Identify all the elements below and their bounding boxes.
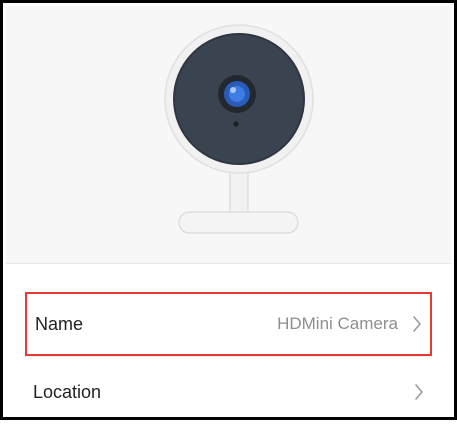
- row-divider: [25, 356, 432, 357]
- name-label: Name: [35, 313, 84, 334]
- device-settings-screen: Name HDMini Camera Location: [0, 0, 457, 420]
- chevron-right-icon: [415, 384, 423, 400]
- location-row[interactable]: Location: [25, 360, 432, 424]
- location-label: Location: [33, 381, 102, 402]
- name-value-group: HDMini Camera: [277, 314, 422, 334]
- camera-device-illustration: [164, 24, 314, 234]
- divider: [6, 263, 451, 264]
- chevron-right-icon: [413, 316, 421, 332]
- name-value: HDMini Camera: [277, 314, 398, 333]
- location-value-group: [400, 383, 424, 401]
- name-row[interactable]: Name HDMini Camera: [25, 292, 432, 356]
- device-image-area: [6, 6, 451, 263]
